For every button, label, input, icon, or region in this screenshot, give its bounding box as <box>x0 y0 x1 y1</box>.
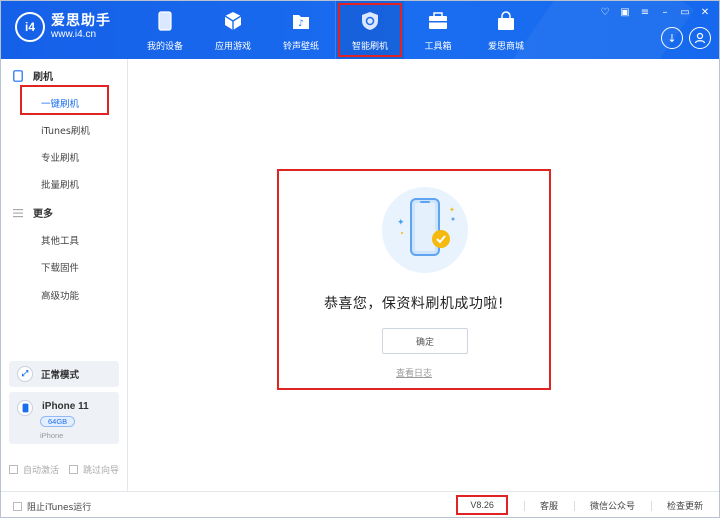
close-icon[interactable]: ✕ <box>699 7 711 19</box>
logo-mark: i4 <box>15 12 45 42</box>
device-mode: ⤢ 正常模式 <box>9 361 119 387</box>
nav-smart-flash[interactable]: 智能刷机 <box>336 1 404 59</box>
block-itunes-checkbox[interactable] <box>13 502 22 511</box>
auto-activate-option[interactable]: 自动激活 <box>9 463 59 476</box>
nav-label: 工具箱 <box>424 42 452 52</box>
view-log-link[interactable]: 查看日志 <box>279 366 549 379</box>
sidebar-item-download-firmware[interactable]: 下载固件 <box>41 260 79 274</box>
success-message: 恭喜您，保资料刷机成功啦! <box>323 296 505 312</box>
tablet-icon <box>13 69 23 82</box>
app-header: i4 爱思助手 www.i4.cn 我的设备 应用游戏 ♪ 铃声壁纸 智能刷机 … <box>1 1 719 59</box>
nav-my-device[interactable]: 我的设备 <box>131 1 199 59</box>
success-illustration: ✦ ✦ <box>382 187 468 273</box>
app-url: www.i4.cn <box>51 29 97 40</box>
phone-icon <box>155 11 175 31</box>
phone-check-icon: ✦ ✦ <box>397 198 455 256</box>
mode-label: 正常模式 <box>41 370 80 381</box>
app-name: 爱思助手 <box>51 13 111 29</box>
checkbox-label: 跳过向导 <box>83 466 120 476</box>
nav-store[interactable]: 爱思商城 <box>472 1 540 59</box>
minimize-icon[interactable]: – <box>659 7 671 19</box>
nav-label: 我的设备 <box>146 42 183 52</box>
shirt-icon[interactable]: ♡ <box>599 7 611 19</box>
confirm-button[interactable]: 确定 <box>382 328 468 354</box>
toolbox-icon <box>428 11 448 31</box>
maximize-icon[interactable]: ▭ <box>679 7 691 19</box>
nav-label: 智能刷机 <box>351 42 388 52</box>
user-icon[interactable] <box>689 27 711 49</box>
svg-text:✦: ✦ <box>397 218 405 228</box>
device-name: iPhone 11 <box>42 401 89 412</box>
check-update-link[interactable]: 检查更新 <box>650 499 719 512</box>
link-icon: ⤢ <box>17 366 33 382</box>
nav-apps-games[interactable]: 应用游戏 <box>199 1 267 59</box>
block-itunes-option[interactable]: 阻止iTunes运行 <box>13 500 91 513</box>
nav-toolbox[interactable]: 工具箱 <box>404 1 472 59</box>
success-panel: ✦ ✦ 恭喜您，保资料刷机成功啦! 确定 查看日志 <box>277 169 551 390</box>
shopping-bag-icon <box>496 11 516 31</box>
auto-activate-checkbox[interactable] <box>9 465 18 474</box>
status-bar: 阻止iTunes运行 V8.26 客服 微信公众号 检查更新 <box>1 491 719 517</box>
wechat-link[interactable]: 微信公众号 <box>573 499 651 512</box>
nav-ringtones-wallpapers[interactable]: ♪ 铃声壁纸 <box>267 1 335 59</box>
sidebar-item-one-click-flash[interactable]: 一键刷机 <box>41 96 79 110</box>
sidebar: 刷机 一键刷机 iTunes刷机 专业刷机 批量刷机 更多 其他工具 下载固件 … <box>1 59 128 491</box>
device-type: iPhone <box>40 431 64 440</box>
nav-label: 应用游戏 <box>214 42 251 52</box>
music-folder-icon: ♪ <box>291 11 311 31</box>
window-controls: ♡ ▣ ≡ – ▭ ✕ <box>599 7 711 19</box>
sidebar-item-batch-flash[interactable]: 批量刷机 <box>41 177 79 191</box>
nav-label: 爱思商城 <box>487 42 524 52</box>
version-label: V8.26 <box>440 494 524 515</box>
svg-text:✦: ✦ <box>449 206 455 214</box>
shield-refresh-icon <box>360 11 380 31</box>
skip-guide-checkbox[interactable] <box>69 465 78 474</box>
device-capacity-badge: 64GB <box>40 416 76 427</box>
phone-icon <box>17 400 33 416</box>
main-nav: 我的设备 应用游戏 ♪ 铃声壁纸 智能刷机 工具箱 爱思商城 <box>131 1 540 59</box>
sidebar-item-other-tools[interactable]: 其他工具 <box>41 233 79 247</box>
checkbox-label: 自动激活 <box>23 466 60 476</box>
version-highlight: V8.26 <box>456 494 508 515</box>
main-content: ✦ ✦ 恭喜您，保资料刷机成功啦! 确定 查看日志 <box>128 59 719 491</box>
device-card[interactable]: iPhone 11 64GB iPhone <box>9 392 119 444</box>
footer-links: V8.26 客服 微信公众号 检查更新 <box>440 492 719 518</box>
section-flash: 刷机 <box>13 68 53 83</box>
checkbox-label: 阻止iTunes运行 <box>27 503 92 513</box>
sidebar-item-itunes-flash[interactable]: iTunes刷机 <box>41 123 90 137</box>
list-icon <box>13 208 23 217</box>
section-title: 更多 <box>33 209 53 220</box>
skip-guide-option[interactable]: 跳过向导 <box>69 463 119 476</box>
sidebar-item-advanced[interactable]: 高级功能 <box>41 288 79 302</box>
app-logo: i4 爱思助手 www.i4.cn <box>15 12 111 42</box>
download-icon[interactable]: ↓ <box>661 27 683 49</box>
customer-service-link[interactable]: 客服 <box>523 499 574 512</box>
cube-icon <box>223 11 243 31</box>
menu-icon[interactable]: ≡ <box>639 7 651 19</box>
section-title: 刷机 <box>33 72 53 83</box>
note-icon[interactable]: ▣ <box>619 7 631 19</box>
section-more: 更多 <box>13 205 53 220</box>
sidebar-item-pro-flash[interactable]: 专业刷机 <box>41 150 79 164</box>
svg-text:♪: ♪ <box>298 19 304 29</box>
nav-label: 铃声壁纸 <box>282 42 319 52</box>
